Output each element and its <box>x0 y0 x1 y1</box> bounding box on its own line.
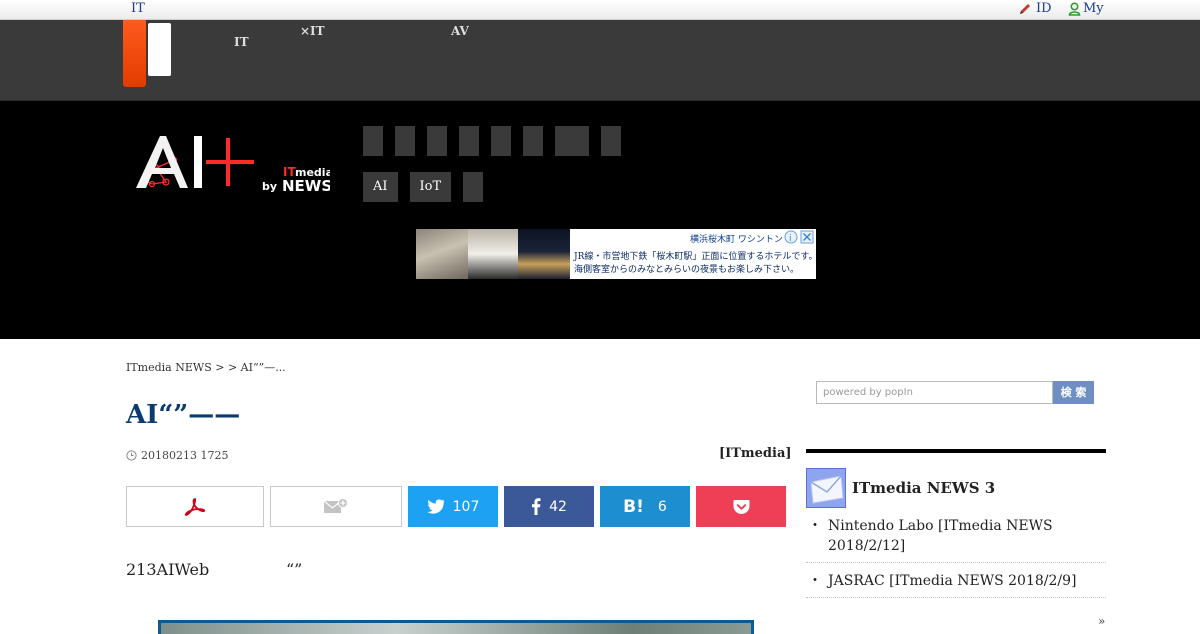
site-search: powered by popIn 検 索 <box>816 381 1094 404</box>
itmedia-logo-red[interactable] <box>123 20 146 87</box>
twitter-share-button[interactable]: 107 <box>408 486 498 527</box>
category-nav <box>363 126 621 156</box>
category-tab[interactable] <box>427 126 447 156</box>
pencil-icon <box>1020 3 1030 14</box>
date-text: 20180213 1725 <box>141 449 229 462</box>
publish-date: 20180213 1725 <box>126 449 228 462</box>
twitter-icon <box>426 499 445 514</box>
article-lead: 213AIWeb <box>126 560 210 579</box>
itmedia-logo-white[interactable] <box>148 23 171 76</box>
ranking-item-text: JASRAC [ITmedia NEWS 2018/2/9] <box>828 573 1077 589</box>
ranking-bullet: ・ <box>808 518 822 534</box>
channel-link-2[interactable]: ×IT <box>300 24 325 38</box>
channel-line: AV <box>451 24 469 38</box>
search-input[interactable]: powered by popIn <box>816 381 1053 404</box>
ad-line-2: 海側客室からのみなとみらいの夜景もお楽しみ下さい。 <box>574 265 800 275</box>
user-icon <box>1068 1 1081 16</box>
ranking-title: ITmedia NEWS 3 <box>852 479 996 497</box>
mail-plus-icon <box>323 497 348 513</box>
ai-plus-logo-icon: IT media by NEWS <box>136 136 333 195</box>
pocket-button[interactable] <box>696 486 786 527</box>
login-label: ID <box>1036 1 1052 16</box>
top-bar: IT ID My <box>0 0 1200 20</box>
my-label: My <box>1083 1 1104 16</box>
category-tab[interactable] <box>523 126 543 156</box>
tag-ai[interactable]: AI <box>363 172 398 202</box>
news-ranking: ITmedia NEWS 3 ・ Nintendo Labo [ITmedia … <box>806 449 1106 598</box>
category-tab[interactable] <box>491 126 511 156</box>
ai-plus-logo[interactable]: IT media by NEWS <box>130 130 333 198</box>
hatena-bookmark-button[interactable]: B! 6 <box>600 486 690 527</box>
ad-line-1: JR線・市営地下鉄「桜木町駅」正面に位置するホテルです。 <box>574 252 816 262</box>
channel-line: IT <box>234 35 249 49</box>
clock-icon <box>126 450 137 461</box>
pdf-icon <box>184 497 206 516</box>
facebook-icon <box>532 498 541 515</box>
channel-line: ×IT <box>300 24 325 38</box>
category-tab[interactable] <box>363 126 383 156</box>
hotel-advertisement[interactable]: 横浜桜木町 ワシントン JR線・市営地下鉄「桜木町駅」正面に位置するホテルです。… <box>416 229 816 279</box>
mail-envelope-icon <box>806 468 846 508</box>
hatena-icon: B! <box>623 496 644 517</box>
ranking-header: ITmedia NEWS 3 <box>806 468 1106 508</box>
login-link[interactable]: ID <box>1018 1 1052 16</box>
category-tab[interactable] <box>601 126 621 156</box>
tag-more[interactable] <box>463 172 484 202</box>
ranking-item[interactable]: ・ Nintendo Labo [ITmedia NEWS 2018/2/12] <box>806 508 1106 563</box>
my-page-link[interactable]: My <box>1068 1 1104 16</box>
ad-choices-icon[interactable]: i <box>784 230 814 244</box>
ad-photo-1 <box>416 229 468 279</box>
tag-iot[interactable]: IoT <box>409 172 452 202</box>
category-tab[interactable] <box>555 126 589 156</box>
pdf-button[interactable] <box>126 486 264 527</box>
ad-photo-3 <box>518 229 570 279</box>
article-byline: [ITmedia] <box>719 446 792 461</box>
svg-text:i: i <box>789 234 792 244</box>
channel-link-1[interactable]: IT <box>234 26 249 48</box>
search-button[interactable]: 検 索 <box>1053 381 1094 404</box>
ranking-item-text: Nintendo Labo [ITmedia NEWS 2018/2/12] <box>828 518 1053 554</box>
twitter-count: 107 <box>452 498 480 515</box>
category-tab[interactable] <box>459 126 479 156</box>
email-share-button[interactable] <box>270 486 402 527</box>
ad-title: 横浜桜木町 ワシントン <box>690 235 783 245</box>
article-title: AI“”—— <box>126 400 241 430</box>
hatena-count: 6 <box>657 498 667 515</box>
ranking-more-link[interactable]: » <box>1098 614 1105 628</box>
ad-photo-2 <box>468 229 518 279</box>
svg-text:NEWS: NEWS <box>282 177 330 194</box>
facebook-count: 42 <box>549 498 567 515</box>
topic-tags: AI IoT <box>363 172 484 202</box>
ranking-item[interactable]: ・ JASRAC [ITmedia NEWS 2018/2/9] <box>806 563 1106 598</box>
brand-bar: IT ×IT AV <box>0 20 1200 101</box>
article-lead-quote: “” <box>286 560 303 579</box>
breadcrumb[interactable]: ITmedia NEWS > > AI“”—... <box>126 361 286 374</box>
channel-link-3[interactable]: AV <box>451 24 469 38</box>
category-tab[interactable] <box>395 126 415 156</box>
pocket-icon <box>733 499 749 514</box>
svg-text:by: by <box>262 180 277 193</box>
ranking-bullet: ・ <box>808 573 822 589</box>
site-label[interactable]: IT <box>131 1 145 16</box>
facebook-share-button[interactable]: 42 <box>504 486 594 527</box>
article-image[interactable] <box>158 620 754 634</box>
search-placeholder: powered by popIn <box>823 387 913 398</box>
